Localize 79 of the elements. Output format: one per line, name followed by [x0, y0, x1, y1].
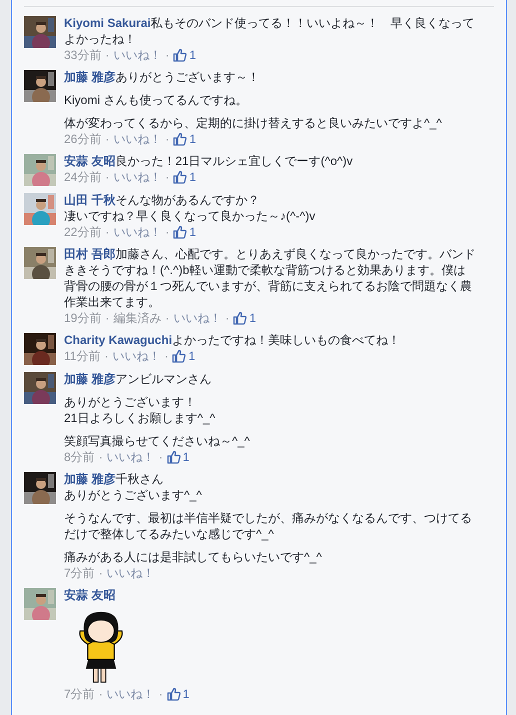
timestamp: 22分前	[64, 224, 102, 240]
like-link[interactable]: いいね！	[113, 47, 162, 63]
like-count[interactable]: 1	[189, 224, 196, 240]
separator-dot: ·	[165, 169, 170, 185]
comment-text: 安蒜 友昭良かった！21日マルシェ宜しくでーす(^o^)v	[64, 153, 353, 169]
separator-dot: ·	[158, 449, 163, 465]
comment-text: ありがとうございます^_^	[64, 487, 202, 503]
timestamp: 33分前	[64, 47, 102, 63]
like-count[interactable]: 1	[182, 449, 190, 465]
like-link[interactable]: いいね！	[113, 224, 162, 240]
timestamp: 8分前	[64, 449, 95, 465]
comment-text: Kiyomi さんも使ってるんですね。	[64, 92, 248, 108]
thumbs-up-icon[interactable]	[173, 132, 188, 146]
like-count[interactable]: 1	[189, 169, 196, 185]
timestamp: 19分前	[64, 310, 102, 326]
thumbs-up-icon[interactable]	[173, 225, 188, 239]
like-count[interactable]: 1	[182, 686, 190, 702]
author-link[interactable]: 安蒜 友昭	[64, 588, 116, 602]
timestamp: 24分前	[64, 169, 102, 185]
comment-text: 痛みがある人には是非試してもらいたいです^_^	[64, 549, 322, 565]
comment-text: 笑顔写真撮らせてくださいね～^_^	[64, 433, 250, 449]
comment-text: 加藤 雅彦ありがとうございます～！	[64, 69, 260, 85]
separator-dot: ·	[165, 47, 170, 63]
comment-text: ありがとうございます！	[64, 394, 197, 410]
separator-dot: ·	[225, 310, 230, 326]
comment-text: 加藤 雅彦アンビルマンさん	[64, 371, 212, 387]
separator-dot: ·	[105, 169, 110, 185]
author-link[interactable]: 安蒜 友昭	[64, 154, 116, 168]
timestamp: 7分前	[64, 686, 95, 702]
thumbs-up-icon[interactable]	[233, 311, 248, 325]
thumbs-up-icon[interactable]	[173, 48, 188, 62]
comment-text: 21日よろしくお願します^_^	[64, 410, 216, 426]
like-link[interactable]: いいね！	[106, 565, 155, 581]
like-link[interactable]: いいね！	[113, 169, 162, 185]
timestamp: 26分前	[64, 131, 102, 147]
separator-dot: ·	[158, 686, 163, 702]
timestamp: 11分前	[64, 348, 100, 364]
like-link[interactable]: いいね！	[173, 310, 222, 326]
separator-dot: ·	[165, 224, 170, 240]
separator-dot: ·	[105, 131, 110, 147]
like-link[interactable]: いいね！	[112, 348, 160, 364]
thumbs-up-icon[interactable]	[172, 349, 186, 363]
comment-text: 田村 吾郎加藤さん、心配です。とりあえず良くなって良かったです。バンドききそうですね！(^.^)b軽い運動で柔軟な背筋つけると効果あります。僕は背骨の腰の骨が１つ死んでいますが、背筋に支えられてるお陰で問題なく農作業出来てます。	[64, 246, 476, 310]
author-link[interactable]: 山田 千秋	[64, 193, 116, 207]
author-link[interactable]: 加藤 雅彦	[64, 70, 116, 84]
like-count[interactable]: 1	[249, 310, 256, 326]
separator-dot: ·	[105, 224, 110, 240]
separator-dot: ·	[104, 348, 108, 364]
author-link[interactable]: Charity Kawaguchi	[64, 333, 172, 347]
like-count[interactable]: 1	[188, 348, 196, 364]
thumbs-up-icon[interactable]	[173, 170, 188, 184]
thumbs-up-icon[interactable]	[166, 450, 181, 464]
thumbs-up-icon[interactable]	[166, 687, 181, 701]
like-link[interactable]: いいね！	[113, 131, 162, 147]
like-link[interactable]: いいね！	[106, 686, 155, 702]
comment-text: 凄いですね？早く良くなって良かった～♪(^-^)v	[64, 208, 316, 224]
like-count[interactable]: 1	[189, 131, 196, 147]
like-count[interactable]: 1	[189, 47, 196, 63]
comment-text: Kiyomi Sakurai私もそのバンド使ってる！！いいよね～！ 早く良くなってよかったね！	[64, 15, 476, 47]
like-link[interactable]: いいね！	[106, 449, 155, 465]
author-link[interactable]: 加藤 雅彦	[64, 472, 116, 486]
author-link[interactable]: 田村 吾郎	[64, 247, 116, 261]
separator-dot: ·	[105, 47, 110, 63]
separator-dot: ·	[165, 131, 170, 147]
edited-label: 編集済み	[113, 310, 162, 326]
timestamp: 7分前	[64, 565, 95, 581]
separator-dot: ·	[164, 348, 168, 364]
comment-text: 山田 千秋そんな物があるんですか？	[64, 192, 260, 208]
separator-dot: ·	[165, 310, 170, 326]
separator-dot: ·	[105, 310, 110, 326]
author-link[interactable]: 加藤 雅彦	[64, 372, 116, 386]
comment-text: 体が変わってくるから、定期的に掛け替えすると良いみたいですよ^_^	[64, 115, 442, 131]
author-link[interactable]: Kiyomi Sakurai	[64, 16, 151, 30]
separator-dot: ·	[98, 565, 103, 581]
comment-text: そうなんです、最初は半信半疑でしたが、痛みがなくなるんです、つけてるだけで整体してるみたいな感じです^_^	[64, 510, 473, 542]
separator-dot: ·	[98, 449, 103, 465]
comment-text: Charity Kawaguchiよかったですね！美味しいもの食べてね！	[64, 332, 400, 348]
separator-dot: ·	[98, 686, 103, 702]
comment-text: 加藤 雅彦千秋さん	[64, 471, 164, 487]
